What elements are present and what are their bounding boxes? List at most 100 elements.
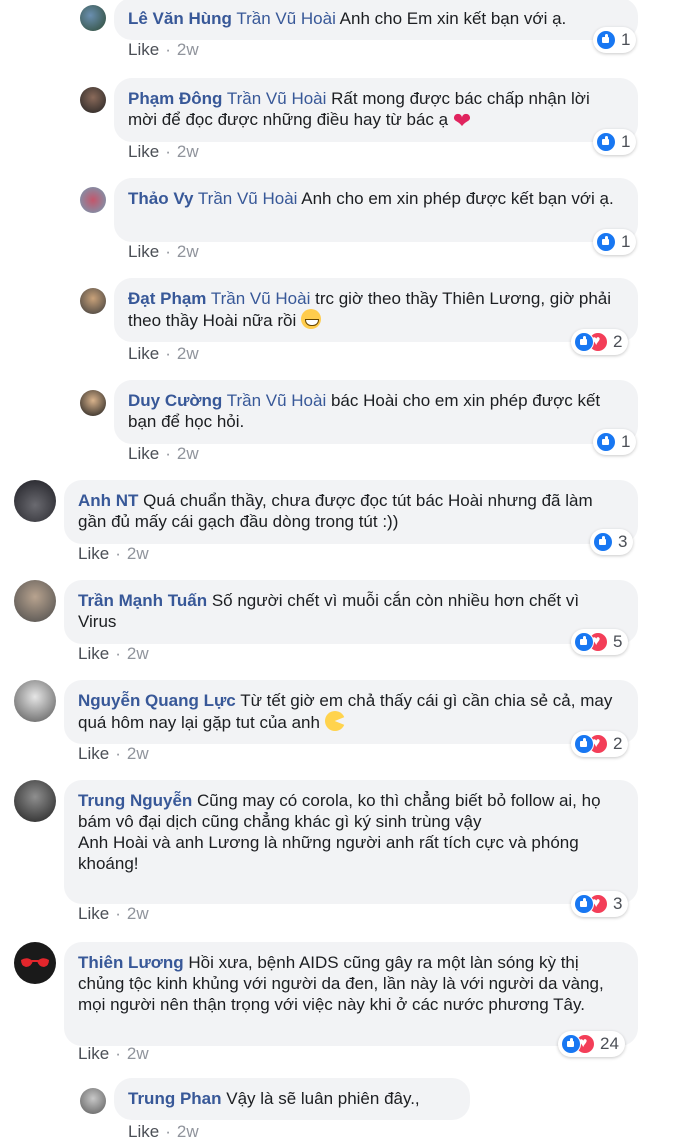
reaction-summary[interactable]: 3 xyxy=(571,891,629,917)
comment-time[interactable]: 2w xyxy=(127,904,149,923)
comment-time[interactable]: 2w xyxy=(127,1044,149,1063)
comment-bubble: Trung Phan Vậy là sẽ luân phiên đây., xyxy=(114,1078,470,1120)
reaction-count: 2 xyxy=(613,332,623,351)
like-link[interactable]: Like xyxy=(128,444,159,463)
comment-bubble: Đạt Phạm Trần Vũ Hoài trc giờ theo thầy … xyxy=(114,278,638,342)
comment-author[interactable]: Anh NT xyxy=(78,491,138,510)
reaction-summary[interactable]: 1 xyxy=(593,129,637,155)
like-reaction-icon xyxy=(596,132,616,152)
comment-bubble: Thiên Lương Hồi xưa, bệnh AIDS cũng gây … xyxy=(64,942,638,1046)
comment-bubble: Nguyễn Quang Lực Từ tết giờ em chả thấy … xyxy=(64,680,638,744)
comment-meta: Like · 2w xyxy=(128,344,199,363)
avatar[interactable] xyxy=(80,288,106,314)
comment-author[interactable]: Lê Văn Hùng xyxy=(128,9,232,28)
reaction-summary[interactable]: 1 xyxy=(593,27,637,53)
like-link[interactable]: Like xyxy=(128,40,159,59)
comment-mention[interactable]: Trần Vũ Hoài xyxy=(227,391,327,410)
comment-bubble: Phạm Đông Trần Vũ Hoài Rất mong được bác… xyxy=(114,78,638,142)
like-link[interactable]: Like xyxy=(128,1122,159,1141)
like-link[interactable]: Like xyxy=(128,142,159,161)
avatar[interactable] xyxy=(80,87,106,113)
avatar[interactable] xyxy=(14,780,56,822)
reaction-summary[interactable]: 2 xyxy=(571,329,629,355)
avatar[interactable] xyxy=(80,5,106,31)
reaction-count: 1 xyxy=(621,432,631,451)
reaction-count: 3 xyxy=(613,894,623,913)
comment-author[interactable]: Thiên Lương xyxy=(78,953,184,972)
reaction-summary[interactable]: 1 xyxy=(593,429,637,455)
comment-author[interactable]: Đạt Phạm xyxy=(128,289,206,308)
reaction-summary[interactable]: 24 xyxy=(558,1031,625,1057)
like-reaction-icon xyxy=(596,232,616,252)
like-reaction-icon xyxy=(561,1034,581,1054)
red-glasses-icon xyxy=(21,958,49,967)
avatar[interactable] xyxy=(80,1088,106,1114)
avatar[interactable] xyxy=(80,390,106,416)
avatar[interactable] xyxy=(14,480,56,522)
comment-meta: Like · 2w xyxy=(128,1122,199,1141)
comment-time[interactable]: 2w xyxy=(127,644,149,663)
comment-bubble: Thảo Vy Trần Vũ Hoài Anh cho em xin phép… xyxy=(114,178,638,242)
like-link[interactable]: Like xyxy=(78,644,109,663)
comment-meta: Like · 2w xyxy=(78,644,149,663)
comment-mention[interactable]: Trần Vũ Hoài xyxy=(198,189,298,208)
avatar[interactable] xyxy=(14,680,56,722)
like-link[interactable]: Like xyxy=(78,904,109,923)
comment-time[interactable]: 2w xyxy=(177,242,199,261)
comment-meta: Like · 2w xyxy=(128,242,199,261)
comment-meta: Like · 2w xyxy=(78,744,149,763)
like-reaction-icon xyxy=(593,532,613,552)
comment-author[interactable]: Phạm Đông xyxy=(128,89,222,108)
like-link[interactable]: Like xyxy=(78,1044,109,1063)
reaction-summary[interactable]: 3 xyxy=(590,529,634,555)
comment-text: Anh cho em xin phép được kết bạn với ạ. xyxy=(301,189,614,208)
comment-time[interactable]: 2w xyxy=(177,444,199,463)
reaction-count: 5 xyxy=(613,632,623,651)
comment-author[interactable]: Trung Phan xyxy=(128,1089,222,1108)
comment-time[interactable]: 2w xyxy=(177,1122,199,1141)
comment-text-line2: Anh Hoài và anh Lương là những người anh… xyxy=(78,833,579,873)
comment-mention[interactable]: Trần Vũ Hoài xyxy=(236,9,336,28)
like-reaction-icon xyxy=(596,30,616,50)
reaction-count: 1 xyxy=(621,132,631,151)
comment-author[interactable]: Nguyễn Quang Lực xyxy=(78,691,236,710)
comment-bubble: Trần Mạnh Tuấn Số người chết vì muỗi cắn… xyxy=(64,580,638,644)
pacman-emoji-icon xyxy=(324,711,345,731)
comment-bubble: Anh NT Quá chuẩn thầy, chưa được đọc tút… xyxy=(64,480,638,544)
comment-thread: Lê Văn Hùng Trần Vũ Hoài Anh cho Em xin … xyxy=(0,0,682,1142)
comment-text: Vậy là sẽ luân phiên đây., xyxy=(226,1089,420,1108)
comment-author[interactable]: Duy Cường xyxy=(128,391,222,410)
avatar[interactable] xyxy=(80,187,106,213)
like-reaction-icon xyxy=(574,632,594,652)
comment-meta: Like · 2w xyxy=(78,544,149,563)
reaction-summary[interactable]: 2 xyxy=(571,731,629,757)
comment-author[interactable]: Trung Nguyễn xyxy=(78,791,192,810)
comment-time[interactable]: 2w xyxy=(177,344,199,363)
comment-time[interactable]: 2w xyxy=(127,544,149,563)
comment-text: Quá chuẩn thầy, chưa được đọc tút bác Ho… xyxy=(78,491,593,531)
comment-time[interactable]: 2w xyxy=(127,744,149,763)
comment-meta: Like · 2w xyxy=(128,444,199,463)
avatar[interactable] xyxy=(14,580,56,622)
comment-meta: Like · 2w xyxy=(128,142,199,161)
like-reaction-icon xyxy=(596,432,616,452)
like-link[interactable]: Like xyxy=(128,344,159,363)
comment-author[interactable]: Thảo Vy xyxy=(128,189,194,208)
like-link[interactable]: Like xyxy=(78,744,109,763)
avatar[interactable] xyxy=(14,942,56,984)
comment-time[interactable]: 2w xyxy=(177,142,199,161)
reaction-count: 24 xyxy=(600,1034,619,1053)
like-link[interactable]: Like xyxy=(78,544,109,563)
comment-mention[interactable]: Trần Vũ Hoài xyxy=(211,289,311,308)
heart-emoji-icon: ❤ xyxy=(452,108,472,133)
grinning-emoji-icon xyxy=(301,309,321,329)
comment-author[interactable]: Trần Mạnh Tuấn xyxy=(78,591,207,610)
comment-mention[interactable]: Trần Vũ Hoài xyxy=(227,89,327,108)
comment-time[interactable]: 2w xyxy=(177,40,199,59)
comment-meta: Like · 2w xyxy=(78,904,149,923)
like-link[interactable]: Like xyxy=(128,242,159,261)
reaction-summary[interactable]: 5 xyxy=(571,629,629,655)
reaction-count: 2 xyxy=(613,734,623,753)
reaction-count: 1 xyxy=(621,30,631,49)
reaction-summary[interactable]: 1 xyxy=(593,229,637,255)
